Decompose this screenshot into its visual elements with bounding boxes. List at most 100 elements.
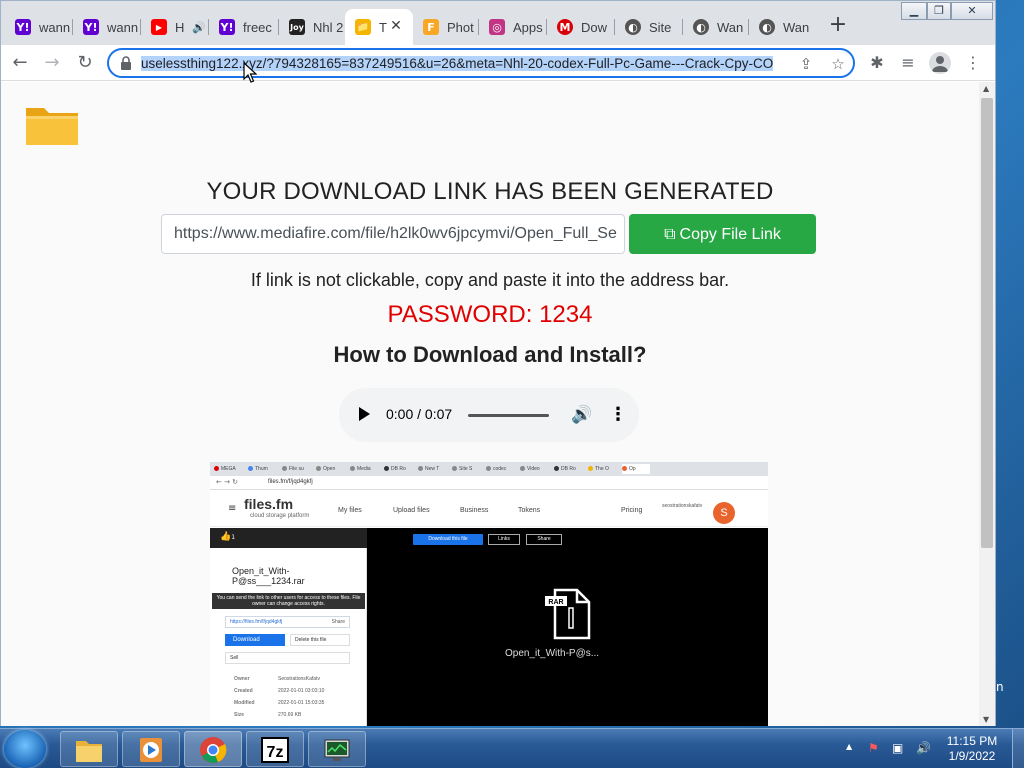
tutorial-links-button: Links: [488, 534, 520, 545]
tab-apps[interactable]: ◎ Apps: [479, 9, 547, 45]
globe-icon: ◐: [759, 19, 775, 35]
tab-wan-1[interactable]: ◐ Wan: [683, 9, 749, 45]
desktop-text-fragment: n: [996, 680, 1004, 694]
close-window-button[interactable]: ✕: [951, 2, 993, 20]
tutorial-file-panel: 👍1 Open_it_With-P@ss___1234.rar You can …: [210, 528, 367, 726]
tutorial-tab: The O: [588, 464, 616, 474]
taskbar-7zip[interactable]: 7z: [246, 731, 304, 767]
tutorial-tab: Op: [622, 464, 650, 474]
close-tab-icon[interactable]: ✕: [387, 17, 405, 35]
tab-label: Wan: [717, 19, 744, 35]
tab-active-download[interactable]: 📁 T ✕: [345, 9, 413, 45]
mega-icon: M: [557, 19, 573, 35]
volume-icon[interactable]: 🔊: [571, 405, 592, 425]
address-bar[interactable]: uselessthing122.xyz/?794328165=837249516…: [107, 48, 855, 78]
tutorial-tab: New T: [418, 464, 446, 474]
tutorial-tab: File su: [282, 464, 310, 474]
restore-button[interactable]: ❐: [927, 2, 951, 20]
tutorial-logo: files.fm: [244, 496, 294, 512]
chrome-icon: [200, 737, 227, 763]
taskbar-monitor-app[interactable]: [308, 731, 366, 767]
desktop: n Y! wann Y! wann ▶ H 🔊 Y! freec Joy Nhl…: [0, 0, 1024, 768]
page-scrollbar[interactable]: ▲ ▼: [979, 82, 995, 726]
audio-playing-icon[interactable]: 🔊: [192, 21, 206, 34]
volume-tray-icon[interactable]: 🔊: [916, 741, 931, 755]
chrome-menu-icon[interactable]: ⋮: [959, 49, 987, 77]
tutorial-toolbar: ← → ↻ files.fm/f/jqd4gkfj: [210, 476, 768, 490]
system-clock[interactable]: 11:15 PM 1/9/2022: [940, 734, 1004, 764]
audio-player[interactable]: 0:00 / 0:07 🔊 ⋮: [339, 388, 639, 442]
tutorial-nav-item: Tokens: [518, 507, 541, 514]
tutorial-sell-button: Sell: [225, 652, 350, 664]
back-button[interactable]: ←: [6, 49, 34, 77]
tab-label: freec: [243, 19, 272, 35]
new-tab-button[interactable]: +: [825, 13, 851, 39]
network-icon[interactable]: ▣: [892, 741, 903, 755]
tutorial-preview-file-name: Open_it_With-P@s...: [505, 648, 600, 659]
how-to-heading: How to Download and Install?: [333, 342, 647, 367]
scroll-up-arrow-icon[interactable]: ▲: [983, 84, 989, 93]
start-button[interactable]: [4, 730, 46, 768]
forward-button[interactable]: →: [38, 49, 66, 77]
tutorial-share-button: Share: [526, 534, 562, 545]
tab-label: Dow: [581, 19, 608, 35]
chrome-window: Y! wann Y! wann ▶ H 🔊 Y! freec Joy Nhl 2…: [0, 0, 996, 726]
tab-yahoo-1[interactable]: Y! wann: [5, 9, 73, 45]
audio-time: 0:00 / 0:07: [386, 406, 453, 422]
tutorial-nav-item: Business: [460, 507, 489, 514]
tutorial-tab: DB Ro: [384, 464, 412, 474]
audio-menu-icon[interactable]: ⋮: [609, 404, 627, 425]
yahoo-icon: Y!: [83, 19, 99, 35]
tutorial-download-button: Download: [225, 634, 285, 646]
reload-button[interactable]: ↻: [71, 49, 99, 77]
show-desktop-button[interactable]: [1012, 729, 1024, 768]
tutorial-meta-row: Modified 2022-01-01 15:03:35: [234, 700, 325, 706]
scroll-down-arrow-icon[interactable]: ▼: [983, 715, 989, 724]
tab-wan-2[interactable]: ◐ Wan: [749, 9, 815, 45]
tab-download-mega[interactable]: M Dow: [547, 9, 615, 45]
taskbar-chrome[interactable]: [184, 731, 242, 767]
tab-yahoo-3[interactable]: Y! freec: [209, 9, 279, 45]
download-link-field[interactable]: https://www.mediafire.com/file/h2lk0wv6j…: [161, 214, 625, 254]
tutorial-logo-sub: cloud storage platform: [250, 513, 310, 519]
audio-progress-track[interactable]: [468, 414, 549, 417]
lock-icon[interactable]: [119, 55, 133, 71]
scrollbar-thumb[interactable]: [981, 98, 993, 548]
copy-file-link-button[interactable]: ⧉ Copy File Link: [629, 214, 816, 254]
tab-strip: Y! wann Y! wann ▶ H 🔊 Y! freec Joy Nhl 2…: [1, 1, 995, 45]
page-heading: YOUR DOWNLOAD LINK HAS BEEN GENERATED: [206, 178, 774, 205]
yahoo-icon: Y!: [219, 19, 235, 35]
windows-taskbar: 7z ▲ ⚑ ▣ 🔊 11:15 PM 1/9/2022: [0, 728, 1024, 768]
url-text[interactable]: uselessthing122.xyz/?794328165=837249516…: [141, 55, 791, 73]
tab-photopea[interactable]: F Phot: [413, 9, 479, 45]
tab-yahoo-2[interactable]: Y! wann: [73, 9, 141, 45]
tab-label: wann: [39, 19, 71, 35]
extensions-icon[interactable]: ✱: [863, 49, 891, 77]
rar-file-icon: RAR: [545, 588, 591, 640]
tab-site[interactable]: ◐ Site: [615, 9, 683, 45]
joy-icon: Joy: [289, 19, 305, 35]
tutorial-username: seostrationskafatv: [662, 503, 703, 509]
file-explorer-icon: [76, 741, 102, 762]
tutorial-tab: MEGA: [214, 464, 242, 474]
taskbar-explorer[interactable]: [60, 731, 118, 767]
bookmark-star-icon[interactable]: ☆: [827, 53, 849, 75]
tutorial-screenshot: MEGA Thum File su Open Media DB Ro New T…: [210, 462, 768, 726]
profile-avatar-icon[interactable]: [929, 52, 951, 74]
tutorial-tooltip: You can send the link to other users for…: [212, 593, 365, 609]
tutorial-url: files.fm/f/jqd4gkfj: [268, 479, 313, 485]
minimize-button[interactable]: ▁: [901, 2, 927, 20]
share-icon[interactable]: ⇪: [795, 53, 817, 75]
tutorial-site-header: ≡ files.fm cloud storage platform My fil…: [210, 491, 768, 527]
taskbar-media-player[interactable]: [122, 731, 180, 767]
tab-joy[interactable]: Joy Nhl 2: [279, 9, 345, 45]
play-icon[interactable]: [359, 407, 370, 421]
tutorial-tab: Video: [520, 464, 548, 474]
media-control-icon[interactable]: ≡: [894, 49, 922, 77]
tutorial-meta-row: Size 270.69 KB: [234, 712, 302, 718]
action-center-flag-icon[interactable]: ⚑: [868, 741, 879, 755]
tab-youtube[interactable]: ▶ H 🔊: [141, 9, 209, 45]
globe-icon: ◐: [625, 19, 641, 35]
tutorial-delete-button: Delete this file: [290, 634, 350, 646]
show-hidden-icons-icon[interactable]: ▲: [846, 742, 852, 751]
